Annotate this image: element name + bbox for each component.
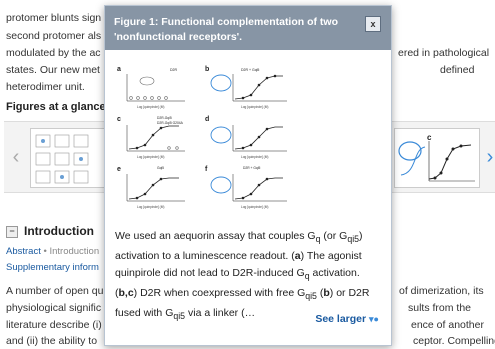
panel-legend: D2R + Gqi5 (241, 68, 259, 72)
body-text-line: second protomer als (6, 30, 102, 42)
figure-panel-e: e Gqi5 Log [quinpirole] (M) (117, 166, 185, 209)
axis-label: Log [quinpirole] (M) (137, 205, 164, 209)
body-text-line: ceptor. Compelling (413, 335, 495, 347)
figures-heading: Figures at a glance (6, 101, 106, 113)
popup-title: Figure 1: Functional complementation of … (114, 16, 339, 43)
figure-image[interactable]: a D2R Log [quinpirole] (M) b D2R + Gqi5 … (115, 61, 295, 219)
thumbnail-graphic (35, 134, 89, 184)
expand-icon: ▾● (369, 314, 379, 324)
figure-panel-d: d Log [quinpirole] (M) (205, 116, 287, 159)
breadcrumb-current: • Introduction (40, 246, 100, 257)
body-text-line: ered in pathological (398, 47, 490, 59)
panel-label: c (117, 116, 121, 123)
figure-caption: We used an aequorin assay that couples G… (115, 230, 370, 322)
panel-label: e (117, 166, 121, 173)
figure-panel-c: c D2R-Gqi5 D2R-Gqi5 G204A Log [quinpirol… (117, 116, 185, 159)
carousel-next-button[interactable]: › (480, 142, 495, 172)
panel-label: f (205, 166, 208, 173)
panel-label: a (117, 66, 121, 73)
body-text-line: of dimerization, its (399, 285, 484, 297)
figure-popup: Figure 1: Functional complementation of … (104, 5, 392, 346)
panel-label: d (205, 116, 209, 123)
close-button[interactable]: x (365, 16, 381, 32)
body-text-line: physiological signific (6, 302, 102, 314)
axis-label: Log [quinpirole] (M) (137, 155, 164, 159)
body-text-line: A number of open qu (6, 285, 104, 297)
body-text-line: protomer blunts sign (6, 12, 102, 24)
panel-legend: D2R-Gqi5 (157, 116, 172, 120)
axis-label: Log [quinpirole] (M) (241, 205, 268, 209)
axis-label: Log [quinpirole] (M) (241, 105, 268, 109)
carousel-prev-button[interactable]: ‹ (6, 142, 26, 172)
thumbnail-graphic: c (398, 133, 475, 182)
body-text-line: and (ii) the ability to (6, 335, 98, 347)
svg-text:c: c (427, 133, 432, 142)
body-text-line: defined (440, 64, 475, 76)
see-larger-link[interactable]: See larger ▾● (315, 313, 379, 325)
axis-label: Log [quinpirole] (M) (137, 105, 164, 109)
section-breadcrumb: Abstract • Introduction (6, 246, 99, 257)
panel-label: b (205, 66, 209, 73)
panel-legend: Gqi5 (157, 166, 164, 170)
body-text-line: states. Our new met (6, 64, 100, 76)
introduction-heading: Introduction (24, 224, 94, 238)
figure-panel-f: f D2R + Gqi5 Log [quinpirole] (M) (205, 166, 287, 209)
abstract-link[interactable]: Abstract (6, 246, 41, 257)
figure-thumbnail[interactable]: c (394, 128, 480, 188)
collapse-toggle-icon[interactable]: − (6, 226, 18, 238)
body-text-line: modulated by the ac (6, 47, 101, 59)
body-text-line: sults from the (408, 302, 472, 314)
panel-legend: D2R (170, 68, 177, 72)
figure-panel-b: b D2R + Gqi5 Log [quinpirole] (M) (205, 66, 287, 109)
body-text-line: literature describe (i) (6, 319, 102, 331)
introduction-section-header[interactable]: − Introduction (6, 224, 94, 238)
popup-header: Figure 1: Functional complementation of … (105, 6, 391, 50)
axis-label: Log [quinpirole] (M) (241, 155, 268, 159)
figure-thumbnail[interactable] (30, 128, 106, 188)
supplementary-link[interactable]: Supplementary inform (6, 262, 99, 273)
figure-panel-a: a D2R Log [quinpirole] (M) (117, 66, 185, 109)
panel-legend: D2R-Gqi5 G204A (157, 121, 184, 125)
body-text-line: ence of another (411, 319, 484, 331)
body-text-line: heterodimer unit. (6, 81, 85, 93)
panel-legend: D2R + Gqi5 (243, 166, 260, 170)
